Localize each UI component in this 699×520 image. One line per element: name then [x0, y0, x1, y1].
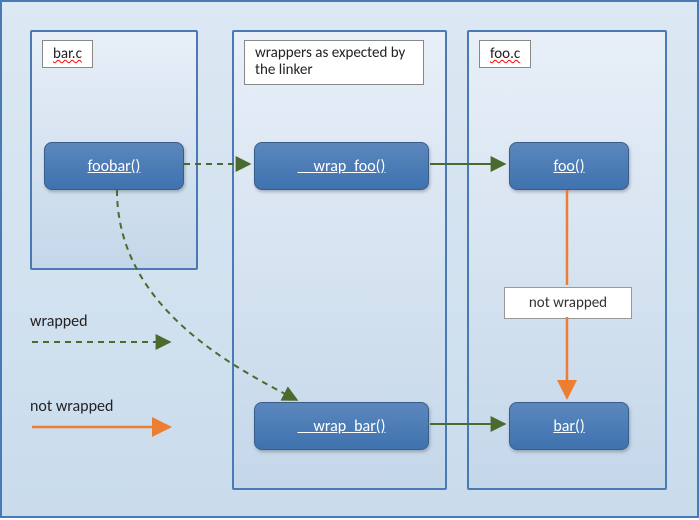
title-text: foo.c	[490, 45, 520, 63]
edge-label-text: not wrapped	[529, 294, 607, 312]
legend-notwrapped-label: not wrapped	[30, 397, 113, 416]
legend-wrapped-label: wrapped	[30, 312, 88, 331]
column-bar-title: bar.c	[42, 40, 93, 68]
node-bar-label: bar()	[553, 417, 584, 436]
node-wrap-foo-label: __wrap_foo()	[298, 157, 386, 176]
node-bar: bar()	[509, 402, 629, 450]
column-foo-c: foo.c foo() not wrapped bar()	[467, 30, 667, 490]
diagram-canvas: bar.c foobar() wrappers as expected by t…	[0, 0, 699, 518]
node-foo-label: foo()	[553, 157, 584, 176]
title-text: wrappers as expected by the linker	[255, 44, 405, 79]
column-wrap-title: wrappers as expected by the linker	[244, 40, 424, 85]
column-wrappers: wrappers as expected by the linker __wra…	[232, 30, 447, 490]
title-text: bar.c	[53, 45, 82, 63]
node-wrap-foo: __wrap_foo()	[254, 142, 429, 190]
edge-label-not-wrapped: not wrapped	[504, 287, 632, 319]
node-foobar: foobar()	[44, 142, 184, 190]
node-wrap-bar-label: __wrap_bar()	[297, 417, 385, 436]
node-wrap-bar: __wrap_bar()	[254, 402, 429, 450]
column-bar-c: bar.c foobar()	[30, 30, 198, 270]
column-foo-title: foo.c	[479, 40, 531, 68]
node-foo: foo()	[509, 142, 629, 190]
node-foobar-label: foobar()	[88, 157, 141, 176]
